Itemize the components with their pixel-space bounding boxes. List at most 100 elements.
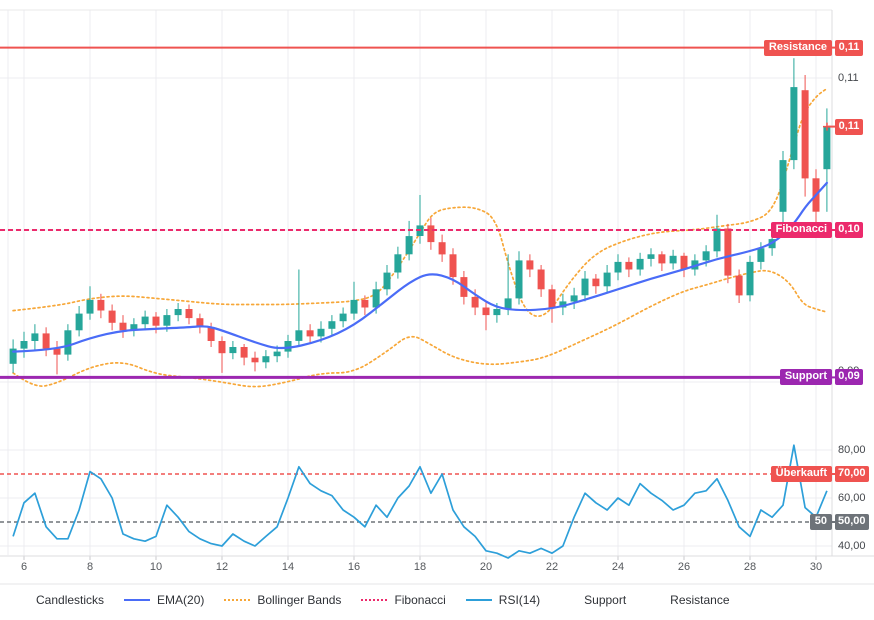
- x-axis-label-28: 28: [744, 561, 756, 573]
- candle-body: [516, 260, 523, 298]
- legend-item-candlesticks[interactable]: Candlesticks: [36, 593, 104, 607]
- candle-body: [670, 256, 677, 264]
- candle-body: [703, 251, 710, 260]
- candle-body: [76, 314, 83, 331]
- candle-body: [450, 254, 457, 277]
- gridlines: [0, 10, 874, 584]
- legend-label: Fibonacci: [394, 593, 445, 607]
- candle-body: [394, 254, 401, 272]
- candle-body: [219, 341, 226, 353]
- legend-item-bollinger-bands[interactable]: Bollinger Bands: [224, 593, 341, 607]
- candle-body: [637, 259, 644, 270]
- x-axis-label-12: 12: [216, 561, 228, 573]
- legend-item-rsi14[interactable]: RSI(14): [466, 593, 540, 607]
- x-axis-label-16: 16: [348, 561, 360, 573]
- candle-body: [736, 276, 743, 296]
- x-axis-label-18: 18: [414, 561, 426, 573]
- candle-body: [658, 254, 665, 263]
- candle-body: [241, 347, 248, 358]
- candle-body: [142, 317, 149, 325]
- overbought-value-badge: 70,00: [835, 466, 869, 482]
- legend-label: Candlesticks: [36, 593, 104, 607]
- candle-body: [571, 295, 578, 301]
- candle-body: [87, 300, 94, 314]
- candle-body: [493, 309, 500, 315]
- x-axis-label-22: 22: [546, 561, 558, 573]
- candle-body: [747, 262, 754, 295]
- candle-body: [724, 229, 731, 276]
- rsi-axis-tick-80: 80,00: [838, 444, 866, 456]
- last-price-badge: 0,11: [835, 119, 863, 135]
- legend-item-support[interactable]: Support: [584, 593, 626, 607]
- trading-chart: Resistance 0,11 Fibonacci 0,10 Support 0…: [0, 0, 874, 620]
- legend-label: Support: [584, 593, 626, 607]
- candle-body: [21, 341, 28, 349]
- candle-body: [153, 317, 160, 326]
- x-axis-label-10: 10: [150, 561, 162, 573]
- candle-body: [384, 273, 391, 290]
- candle-body: [31, 333, 38, 341]
- x-axis-label-30: 30: [810, 561, 822, 573]
- legend-label: RSI(14): [499, 593, 540, 607]
- fibonacci-label-badge: Fibonacci: [771, 222, 832, 238]
- rsi-axis-tick-40: 40,00: [838, 540, 866, 552]
- candle-body: [538, 270, 545, 290]
- candle-body: [120, 323, 127, 331]
- candle-body: [757, 248, 764, 262]
- candle-body: [64, 330, 71, 354]
- candle-body: [43, 333, 50, 348]
- resistance-value-badge: 0,11: [835, 40, 863, 56]
- candle-body: [186, 309, 193, 318]
- fibonacci-dotted-legend-marker: [361, 599, 387, 601]
- candle-body: [109, 311, 116, 323]
- candle-body: [285, 341, 292, 352]
- candle-body: [780, 160, 787, 212]
- candle-body: [340, 314, 347, 322]
- candle-body: [406, 236, 413, 254]
- price-axis-tick-011: 0,11: [838, 72, 859, 84]
- legend-label: EMA(20): [157, 593, 204, 607]
- legend-label: Resistance: [670, 593, 729, 607]
- candle-body: [252, 358, 259, 363]
- resistance-label-badge: Resistance: [764, 40, 832, 56]
- candle-body: [373, 289, 380, 307]
- rsi-line-legend-marker: [466, 599, 492, 601]
- candle-body: [802, 90, 809, 178]
- legend-label: Bollinger Bands: [257, 593, 341, 607]
- candle-body: [229, 347, 236, 353]
- ema-line-legend-marker: [124, 599, 150, 601]
- x-axis-label-26: 26: [678, 561, 690, 573]
- candle-body: [307, 330, 314, 336]
- candle-body: [790, 87, 797, 160]
- overbought-label-badge: Überkauft: [771, 466, 832, 482]
- candle-body: [439, 242, 446, 254]
- candle-body: [505, 298, 512, 309]
- candle-body: [648, 254, 655, 259]
- fibonacci-value-badge: 0,10: [835, 222, 863, 238]
- candle-body: [97, 300, 104, 311]
- candle-body: [262, 356, 269, 362]
- candle-body: [163, 315, 170, 326]
- candle-body: [472, 297, 479, 308]
- candle-body: [625, 262, 632, 270]
- candle-body: [361, 300, 368, 308]
- legend-item-resistance[interactable]: Resistance: [670, 593, 729, 607]
- legend-item-fibonacci[interactable]: Fibonacci: [361, 593, 445, 607]
- bollinger-dotted-legend-marker: [224, 599, 250, 601]
- candle-body: [483, 308, 490, 316]
- candle-body: [427, 225, 434, 242]
- candle-body: [582, 279, 589, 296]
- rsi-midline-value-badge: 50,00: [835, 514, 869, 530]
- rsi-midline-label-badge: 50: [810, 514, 832, 530]
- candle-body: [328, 321, 335, 329]
- x-axis-label-8: 8: [87, 561, 93, 573]
- candle-body: [54, 349, 61, 355]
- candle-body: [592, 279, 599, 287]
- candle-body: [714, 229, 721, 252]
- x-axis-label-20: 20: [480, 561, 492, 573]
- candle-body: [526, 260, 533, 269]
- x-axis-label-6: 6: [21, 561, 27, 573]
- candle-body: [549, 289, 556, 307]
- legend-item-ema20[interactable]: EMA(20): [124, 593, 204, 607]
- chart-canvas: [0, 0, 874, 588]
